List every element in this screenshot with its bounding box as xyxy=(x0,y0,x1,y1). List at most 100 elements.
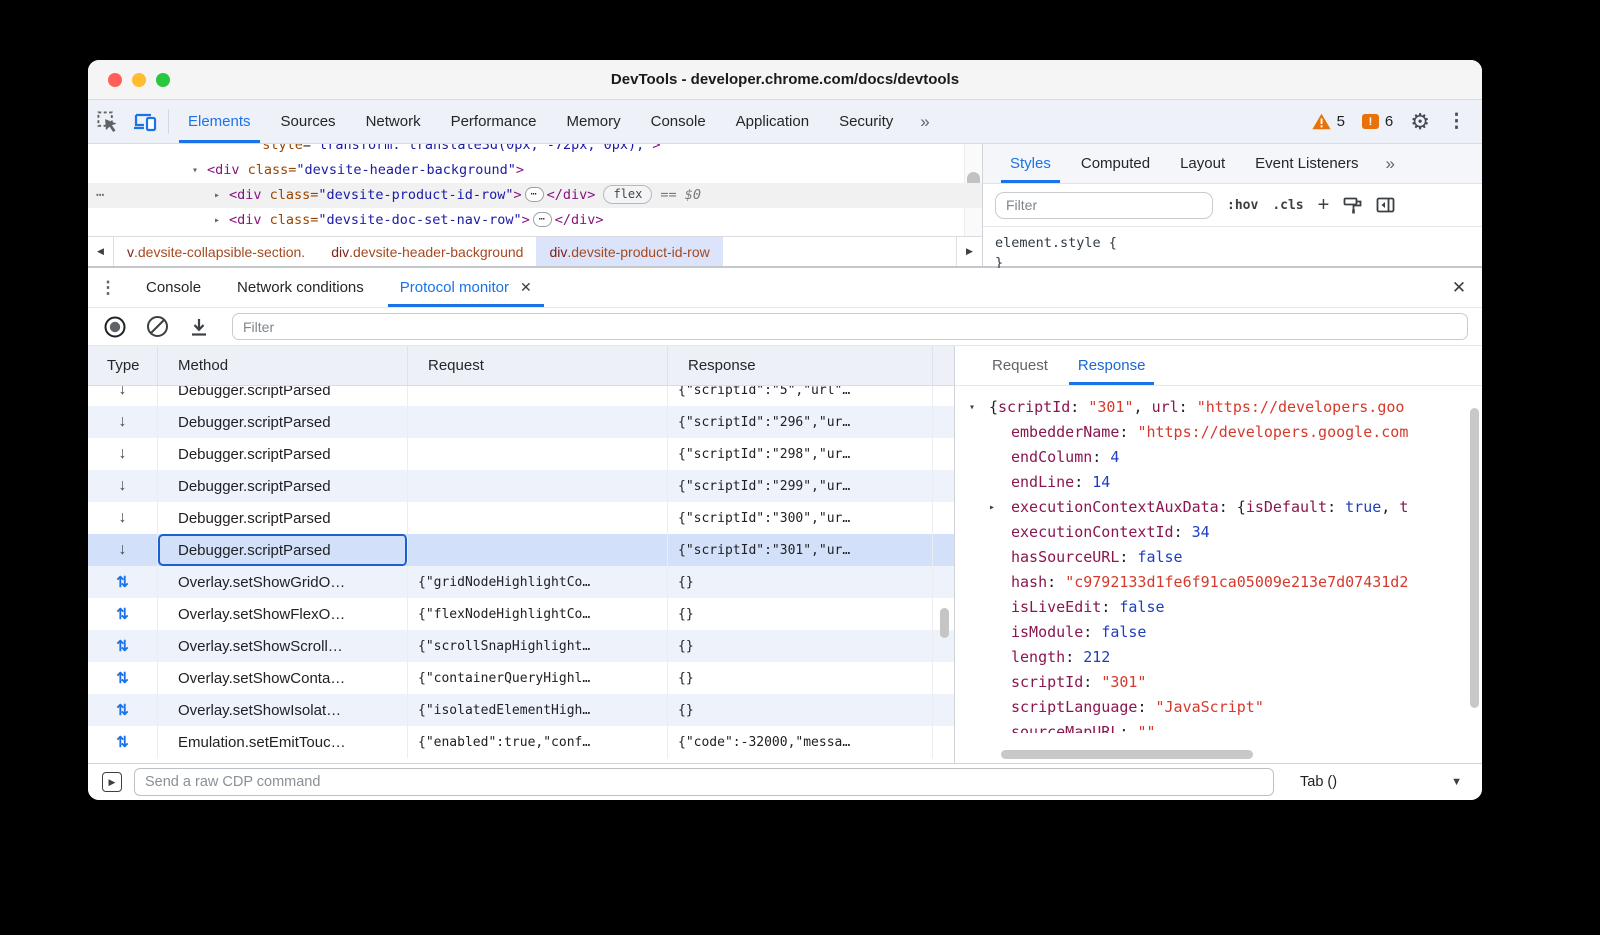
tree-row[interactable]: hash: "c9792133d1fe6f91ca05009e213e7d074… xyxy=(955,570,1482,595)
table-row[interactable]: ⇅Overlay.setShowScroll…{"scrollSnapHighl… xyxy=(88,630,954,662)
tree-row[interactable]: length: 212 xyxy=(955,645,1482,670)
rendering-emulations-icon[interactable] xyxy=(1343,196,1362,214)
detail-vertical-scrollbar-thumb[interactable] xyxy=(1470,408,1479,708)
window-title: DevTools - developer.chrome.com/docs/dev… xyxy=(88,71,1482,88)
styles-tab-computed[interactable]: Computed xyxy=(1066,144,1165,183)
code-segment: 212 xyxy=(1083,648,1110,666)
tab-performance[interactable]: Performance xyxy=(436,100,552,143)
detail-horizontal-scrollbar-thumb[interactable] xyxy=(1001,750,1253,759)
table-row[interactable]: ↓Debugger.scriptParsed{"scriptId":"296",… xyxy=(88,406,954,438)
styles-filter-input[interactable] xyxy=(995,192,1213,219)
customize-devtools-menu-icon[interactable]: ⋮ xyxy=(1447,110,1466,133)
minimize-window-button[interactable] xyxy=(132,73,146,87)
code-segment: : xyxy=(1119,723,1137,733)
table-scrollbar-thumb[interactable] xyxy=(940,608,949,638)
more-panels-button[interactable]: » xyxy=(908,100,939,143)
dom-tree-node[interactable]: ⋯▸<div class="devsite-product-id-row">⋯<… xyxy=(88,183,982,208)
table-row[interactable]: ↓Debugger.scriptParsed{"scriptId":"298",… xyxy=(88,438,954,470)
tree-row[interactable]: executionContextId: 34 xyxy=(955,520,1482,545)
cdp-command-input[interactable] xyxy=(134,768,1274,796)
flex-badge[interactable]: flex xyxy=(603,185,652,204)
expand-arrow-icon[interactable]: ▸ xyxy=(214,208,229,233)
expand-arrow-icon[interactable]: ▸ xyxy=(989,495,1005,520)
breadcrumb-item[interactable]: div.devsite-product-id-row xyxy=(536,237,722,266)
toggle-sidebar-icon[interactable] xyxy=(1376,197,1395,213)
table-row[interactable]: ↓Debugger.scriptParsed{"scriptId":"5","u… xyxy=(88,386,954,406)
tree-row[interactable]: endLine: 14 xyxy=(955,470,1482,495)
tab-application[interactable]: Application xyxy=(721,100,824,143)
close-drawer-button[interactable]: ✕ xyxy=(1436,268,1482,307)
tree-row[interactable]: hasSourceURL: false xyxy=(955,545,1482,570)
tab-console[interactable]: Console xyxy=(636,100,721,143)
column-header-request[interactable]: Request xyxy=(408,346,668,385)
drawer-tab-protocol-monitor[interactable]: Protocol monitor✕ xyxy=(382,268,550,307)
column-header-response[interactable]: Response xyxy=(668,346,933,385)
element-style-rule-open[interactable]: element.style { xyxy=(995,233,1482,253)
tab-elements[interactable]: Elements xyxy=(173,100,266,143)
breadcrumb-item[interactable]: div.devsite-header-background xyxy=(318,237,536,266)
console-warnings-indicator[interactable]: 5 xyxy=(1312,113,1345,130)
received-arrow-icon: ↓ xyxy=(119,386,127,399)
drawer-tab-network-conditions[interactable]: Network conditions xyxy=(219,268,382,307)
tree-row[interactable]: endColumn: 4 xyxy=(955,445,1482,470)
expand-arrow-icon[interactable]: ▸ xyxy=(214,183,229,208)
tree-row[interactable]: embedderName: "https://developers.google… xyxy=(955,420,1482,445)
expand-arrow-icon[interactable]: ▾ xyxy=(192,158,207,183)
tree-row[interactable]: isLiveEdit: false xyxy=(955,595,1482,620)
styles-tab-layout[interactable]: Layout xyxy=(1165,144,1240,183)
table-row[interactable]: ⇅Emulation.setEmitTouc…{"enabled":true,"… xyxy=(88,726,954,758)
tree-row[interactable]: sourceMapURL: "" xyxy=(955,720,1482,733)
protocol-filter-input[interactable] xyxy=(232,313,1468,340)
maximize-window-button[interactable] xyxy=(156,73,170,87)
expand-arrow-icon[interactable]: ▾ xyxy=(969,395,985,420)
issues-indicator[interactable]: ! 6 xyxy=(1362,113,1393,130)
tree-row[interactable]: isModule: false xyxy=(955,620,1482,645)
tab-security[interactable]: Security xyxy=(824,100,908,143)
save-button[interactable] xyxy=(184,312,214,342)
dom-tree-node[interactable]: ▾<div class="devsite-header-background"> xyxy=(88,158,982,183)
column-header-type[interactable]: Type xyxy=(88,346,158,385)
table-header: TypeMethodRequestResponse xyxy=(88,346,954,386)
drawer-tab-console[interactable]: Console xyxy=(128,268,219,307)
tree-row[interactable]: scriptLanguage: "JavaScript" xyxy=(955,695,1482,720)
close-tab-icon[interactable]: ✕ xyxy=(520,279,532,296)
tree-row[interactable]: ▾{scriptId: "301", url: "https://develop… xyxy=(955,395,1482,420)
tab-memory[interactable]: Memory xyxy=(551,100,635,143)
new-style-rule-button[interactable]: + xyxy=(1318,195,1330,215)
table-row[interactable]: ⇅Overlay.setShowIsolat…{"isolatedElement… xyxy=(88,694,954,726)
dom-tree-node[interactable]: " style="transform: translate3d(0px, -72… xyxy=(88,144,982,158)
dom-tree-node[interactable]: ▸<div class="devsite-doc-set-nav-row">⋯<… xyxy=(88,208,982,233)
record-button[interactable] xyxy=(100,312,130,342)
toggle-device-toolbar-button[interactable] xyxy=(126,100,164,143)
toggle-element-state-button[interactable]: :hov xyxy=(1227,198,1258,213)
inspect-element-button[interactable] xyxy=(88,100,126,143)
breadcrumb-item[interactable]: v.devsite-collapsible-section. xyxy=(114,237,318,266)
styles-tab-styles[interactable]: Styles xyxy=(995,144,1066,183)
table-row[interactable]: ↓Debugger.scriptParsed{"scriptId":"301",… xyxy=(88,534,954,566)
expand-children-button[interactable]: ⋯ xyxy=(533,212,552,227)
more-style-tabs-button[interactable]: » xyxy=(1374,144,1405,183)
expand-children-button[interactable]: ⋯ xyxy=(525,187,544,202)
clear-button[interactable] xyxy=(142,312,172,342)
tab-network[interactable]: Network xyxy=(351,100,436,143)
drawer-menu-icon[interactable]: ⋮ xyxy=(88,268,128,307)
element-classes-button[interactable]: .cls xyxy=(1272,198,1303,213)
styles-tab-event-listeners[interactable]: Event Listeners xyxy=(1240,144,1373,183)
column-header-method[interactable]: Method xyxy=(158,346,408,385)
detail-tab-request[interactable]: Request xyxy=(977,346,1063,385)
toggle-command-editor-button[interactable]: ▶ xyxy=(102,772,122,792)
detail-tab-response[interactable]: Response xyxy=(1063,346,1161,385)
breadcrumb-next-button[interactable]: ▶ xyxy=(956,237,982,266)
close-window-button[interactable] xyxy=(108,73,122,87)
table-row[interactable]: ⇅Overlay.setShowGridO…{"gridNodeHighligh… xyxy=(88,566,954,598)
settings-gear-icon[interactable]: ⚙ xyxy=(1410,111,1430,133)
table-row[interactable]: ↓Debugger.scriptParsed{"scriptId":"300",… xyxy=(88,502,954,534)
tree-row[interactable]: ▸executionContextAuxData: {isDefault: tr… xyxy=(955,495,1482,520)
breadcrumb-prev-button[interactable]: ◀ xyxy=(88,237,114,266)
table-row[interactable]: ⇅Overlay.setShowConta…{"containerQueryHi… xyxy=(88,662,954,694)
target-dropdown-arrow-icon[interactable]: ▼ xyxy=(1451,776,1468,788)
table-row[interactable]: ⇅Overlay.setShowFlexO…{"flexNodeHighligh… xyxy=(88,598,954,630)
table-row[interactable]: ↓Debugger.scriptParsed{"scriptId":"299",… xyxy=(88,470,954,502)
tree-row[interactable]: scriptId: "301" xyxy=(955,670,1482,695)
tab-sources[interactable]: Sources xyxy=(266,100,351,143)
